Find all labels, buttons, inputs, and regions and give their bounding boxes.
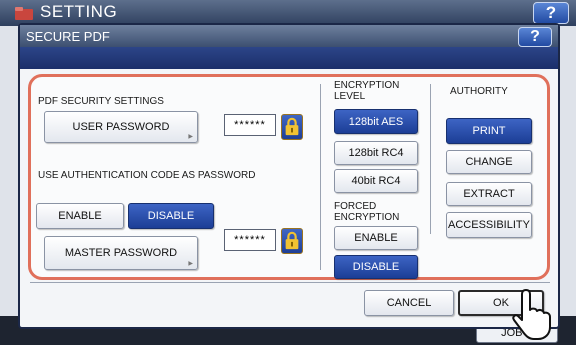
authority-print-button[interactable]: PRINT: [446, 118, 532, 144]
authority-change-button[interactable]: CHANGE: [446, 150, 532, 174]
authority-extract-button[interactable]: EXTRACT: [446, 182, 532, 206]
encryption-option-40bit-rc4[interactable]: 40bit RC4: [334, 169, 418, 193]
user-password-label: USER PASSWORD: [72, 121, 170, 133]
forced-encryption-label: FORCED ENCRYPTION: [334, 201, 400, 223]
auth-disable-button[interactable]: DISABLE: [128, 203, 214, 229]
forced-disable-button[interactable]: DISABLE: [334, 255, 418, 279]
expand-arrow-icon: ▶: [188, 134, 193, 140]
dialog-title: SECURE PDF: [26, 29, 110, 44]
encryption-level-label: ENCRYPTION LEVEL: [334, 80, 400, 102]
panel-divider-right: [430, 84, 431, 234]
master-password-label: MASTER PASSWORD: [64, 247, 178, 259]
user-password-lock-icon[interactable]: [281, 114, 303, 140]
dialog-help-button[interactable]: ?: [518, 27, 552, 47]
cancel-button[interactable]: CANCEL: [364, 290, 454, 316]
dialog-header-band: [20, 47, 558, 69]
user-password-field[interactable]: ******: [224, 114, 276, 136]
footer-divider: [30, 282, 550, 283]
panel-divider-left: [320, 84, 321, 270]
master-password-button[interactable]: MASTER PASSWORD ▶: [44, 236, 198, 270]
background-title: SETTING: [40, 2, 118, 21]
expand-arrow-icon: ▶: [188, 261, 193, 267]
background-help-button[interactable]: ?: [533, 2, 569, 24]
authority-label: AUTHORITY: [450, 86, 508, 97]
authority-accessibility-button[interactable]: ACCESSIBILITY: [446, 212, 532, 238]
forced-enable-button[interactable]: ENABLE: [334, 226, 418, 250]
user-password-button[interactable]: USER PASSWORD ▶: [44, 111, 198, 143]
master-password-lock-icon[interactable]: [281, 228, 303, 254]
encryption-option-128bit-aes[interactable]: 128bit AES: [334, 109, 418, 134]
encryption-option-128bit-rc4[interactable]: 128bit RC4: [334, 141, 418, 165]
pdf-security-settings-label: PDF SECURITY SETTINGS: [38, 96, 164, 107]
use-auth-code-label: USE AUTHENTICATION CODE AS PASSWORD: [38, 170, 256, 181]
auth-enable-button[interactable]: ENABLE: [36, 203, 124, 229]
settings-folder-icon: [15, 7, 33, 20]
pointing-hand-icon: [512, 289, 551, 340]
master-password-field[interactable]: ******: [224, 229, 276, 251]
